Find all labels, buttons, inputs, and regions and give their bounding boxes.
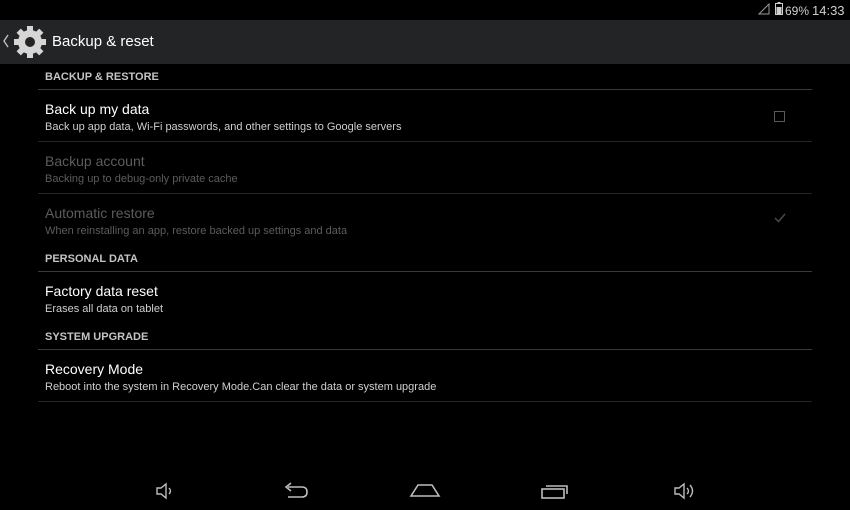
item-summary: Backing up to debug-only private cache: [45, 173, 238, 185]
back-up-my-data-item[interactable]: Back up my data Back up app data, Wi-Fi …: [38, 90, 812, 142]
item-title: Factory data reset: [45, 283, 158, 299]
section-header-system-upgrade: SYSTEM UPGRADE: [38, 324, 812, 350]
item-title: Recovery Mode: [45, 361, 144, 377]
recovery-mode-item[interactable]: Recovery Mode Reboot into the system in …: [38, 350, 812, 402]
item-title: Automatic restore: [45, 205, 155, 221]
item-summary: Erases all data on tablet: [45, 303, 164, 315]
backup-account-item: Backup account Backing up to debug-only …: [38, 142, 812, 194]
factory-data-reset-item[interactable]: Factory data reset Erases all data on ta…: [38, 272, 812, 324]
action-bar: Backup & reset: [0, 20, 850, 64]
gear-icon[interactable]: [12, 24, 48, 65]
automatic-restore-item: Automatic restore When reinstalling an a…: [38, 194, 812, 246]
section-header-personal-data: PERSONAL DATA: [38, 246, 812, 272]
signal-icon: [757, 2, 770, 18]
navigation-bar: [0, 472, 850, 510]
settings-list: BACKUP & RESTORE Back up my data Back up…: [38, 64, 812, 402]
back-icon[interactable]: [282, 480, 310, 507]
status-bar: 69% 14:33: [0, 0, 850, 20]
page-title: Backup & reset: [52, 33, 154, 50]
item-summary: Reboot into the system in Recovery Mode.…: [45, 381, 437, 393]
item-summary: Back up app data, Wi-Fi passwords, and o…: [45, 121, 402, 133]
home-icon[interactable]: [409, 480, 441, 507]
volume-down-icon[interactable]: [154, 480, 176, 507]
section-header-backup-restore: BACKUP & RESTORE: [38, 64, 812, 90]
item-summary: When reinstalling an app, restore backed…: [45, 225, 348, 237]
item-title: Back up my data: [45, 101, 150, 117]
battery-percent: 69%: [785, 4, 810, 18]
chevron-left-icon[interactable]: [2, 34, 10, 53]
recent-apps-icon[interactable]: [540, 480, 570, 507]
checkmark-icon: [773, 211, 787, 230]
volume-up-icon[interactable]: [672, 480, 698, 507]
back-up-my-data-checkbox[interactable]: [774, 111, 785, 122]
item-title: Backup account: [45, 153, 145, 169]
clock: 14:33: [812, 3, 845, 18]
battery-icon: [775, 2, 783, 18]
